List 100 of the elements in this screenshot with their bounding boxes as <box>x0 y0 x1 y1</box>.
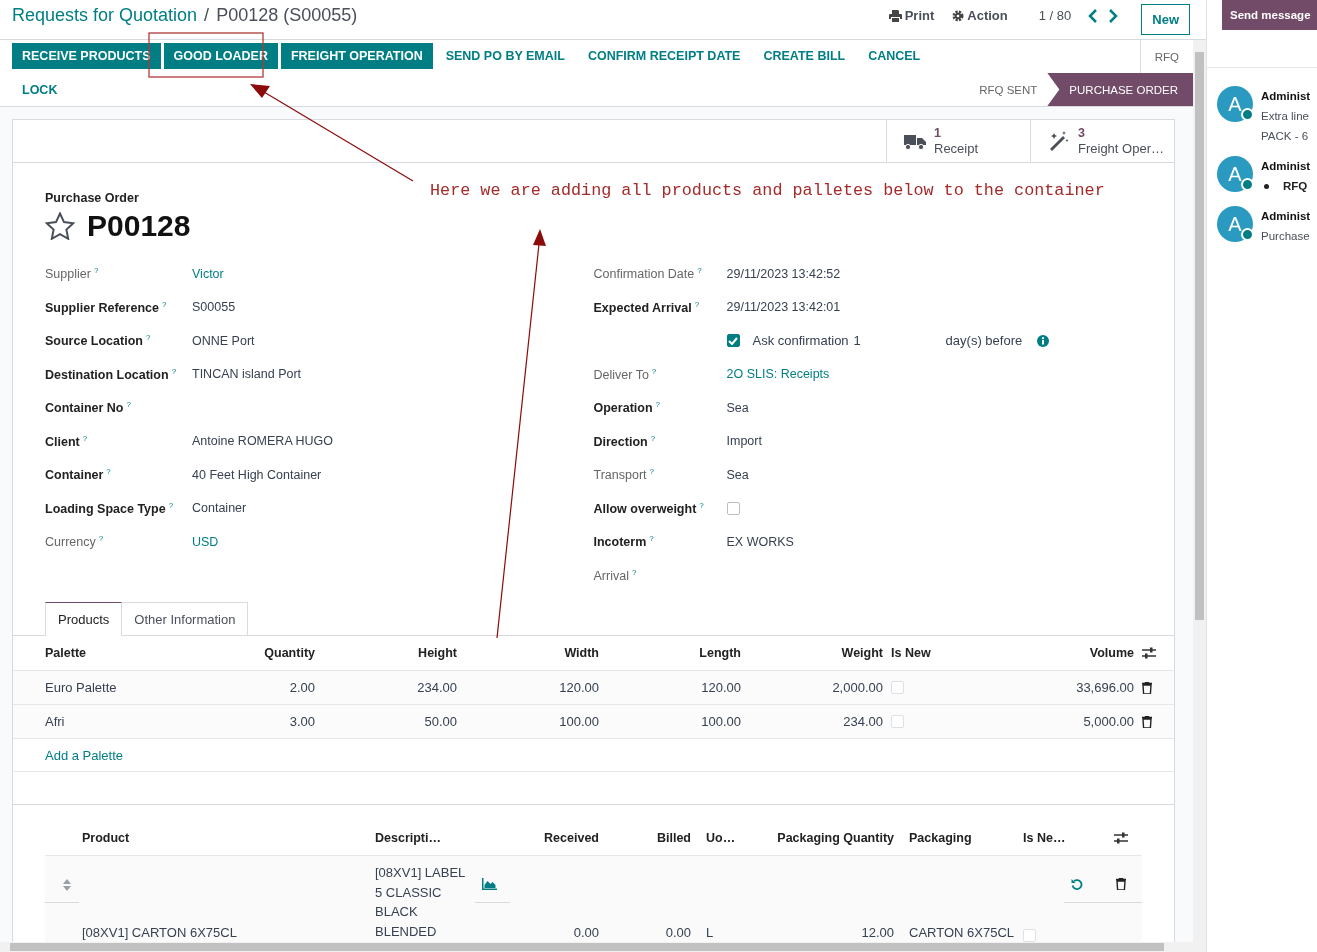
column-header[interactable]: Weight <box>749 646 891 660</box>
column-header[interactable]: Is Ne… <box>1016 831 1080 845</box>
tab[interactable]: Other Information <box>122 602 249 636</box>
column-header[interactable]: Billed <box>607 831 699 845</box>
pager-value: 1 / 80 <box>1038 8 1072 23</box>
avatar: A <box>1217 206 1253 242</box>
field-label: Confirmation Date $^{?}$ <box>593 266 703 282</box>
field-value: EX WORKS <box>726 534 794 549</box>
table-cell-text: Afri <box>44 714 66 729</box>
field-value: Container <box>192 501 247 516</box>
star-icon[interactable] <box>45 212 75 240</box>
action-button[interactable]: GOOD LOADER <box>163 43 278 69</box>
field-value: Antoine ROMERA HUGO <box>192 434 333 449</box>
table-cell-text: Euro Palette <box>44 680 118 695</box>
field-value: ONNE Port <box>192 333 255 348</box>
table-cell-text: L <box>705 923 715 942</box>
table-cell-text: 12.00 <box>860 923 895 942</box>
message-author: Administ <box>1261 89 1311 104</box>
field-value[interactable]: USD <box>192 534 219 549</box>
magic-wand-icon <box>1048 131 1070 151</box>
send-message-button[interactable]: Send message <box>1222 0 1317 30</box>
scrollbar-thumb[interactable] <box>10 943 1164 951</box>
trash-icon[interactable] <box>1116 878 1126 890</box>
field-label: Client $^{?}$ <box>45 433 89 449</box>
record-caption: Purchase Order <box>45 191 139 205</box>
add-palette-link[interactable]: Add a Palette <box>45 747 124 763</box>
field-value[interactable]: Victor <box>192 266 224 281</box>
status-step[interactable]: RFQ SENT <box>969 73 1048 106</box>
annotation-text: Here we are adding all products and palletes below to the container <box>430 181 1105 200</box>
action-button[interactable]: Action <box>943 8 1017 23</box>
column-header[interactable]: Is New <box>891 646 975 660</box>
field-label: Transport $^{?}$ <box>593 467 655 483</box>
column-header[interactable]: Palette <box>13 646 185 660</box>
column-header[interactable]: Descripti… <box>375 831 475 845</box>
breadcrumb-link[interactable]: Requests for Quotation <box>12 5 198 26</box>
action-button[interactable]: CANCEL <box>858 43 931 69</box>
column-header[interactable]: Height <box>323 646 465 660</box>
next-icon[interactable] <box>1108 8 1119 23</box>
trash-icon[interactable] <box>1142 681 1152 694</box>
trash-icon[interactable] <box>1142 715 1152 728</box>
field-label: Currency $^{?}$ <box>45 534 105 550</box>
column-header[interactable]: Volume <box>975 646 1142 660</box>
undo-icon[interactable] <box>1071 878 1083 890</box>
table-cell-text: 2.00 <box>288 680 316 695</box>
field-value[interactable]: 2O SLIS: Receipts <box>726 367 830 382</box>
column-header[interactable]: Length <box>607 646 749 660</box>
field-value: Sea <box>726 400 749 415</box>
field-label: Incoterm $^{?}$ <box>593 534 655 550</box>
field-label: Container $^{?}$ <box>45 467 112 483</box>
column-header[interactable]: Product <box>75 831 375 845</box>
tab[interactable]: Products <box>45 602 123 636</box>
field-value: 29/11/2023 13:42:01 <box>726 300 841 315</box>
field-label: Direction $^{?}$ <box>593 433 657 449</box>
column-header[interactable]: Width <box>465 646 607 660</box>
status-step[interactable]: PURCHASE ORDER <box>1047 73 1193 106</box>
record-name: P00128 <box>87 209 191 243</box>
field-label: Container No $^{?}$ <box>45 400 132 416</box>
days-value: 1 <box>853 333 862 349</box>
previous-icon[interactable] <box>1088 8 1099 23</box>
column-settings-icon[interactable] <box>1114 832 1128 844</box>
table-cell-text: 2,000.00 <box>831 680 884 695</box>
message-bullet: RFQ <box>1261 176 1311 196</box>
column-header[interactable]: Packaging <box>902 831 1016 845</box>
table-cell-text: 0.00 <box>572 923 600 942</box>
column-header[interactable]: Uo… <box>699 831 773 845</box>
table-cell-text: 100.00 <box>558 714 600 729</box>
smart-button[interactable]: 3 Freight Oper… <box>1030 120 1174 162</box>
table-cell-text: 33,696.00 <box>1075 680 1135 695</box>
print-button[interactable]: Print <box>879 8 944 23</box>
column-settings-icon[interactable] <box>1142 647 1156 659</box>
smart-button[interactable]: 1 Receipt <box>886 120 1030 162</box>
column-header[interactable]: Received <box>510 831 607 845</box>
field-label: Supplier Reference $^{?}$ <box>45 299 168 315</box>
action-button[interactable]: CREATE BILL <box>753 43 856 69</box>
action-button[interactable]: SEND PO BY EMAIL <box>435 43 575 69</box>
printer-icon <box>888 9 902 22</box>
action-button[interactable]: RECEIVE PRODUCTS <box>12 43 161 69</box>
column-header[interactable]: Packaging Quantity <box>773 831 902 845</box>
checkbox[interactable] <box>726 501 740 515</box>
drag-handle-icon[interactable] <box>63 879 71 891</box>
table-cell-text: 120.00 <box>700 680 742 695</box>
info-icon[interactable] <box>1037 334 1050 347</box>
action-button[interactable]: CONFIRM RECEIPT DATE <box>577 43 751 69</box>
lock-button[interactable]: LOCK <box>12 76 68 103</box>
checkbox[interactable] <box>726 334 740 348</box>
area-chart-icon[interactable] <box>482 878 497 890</box>
field-label: Destination Location $^{?}$ <box>45 366 178 382</box>
field-label: Operation $^{?}$ <box>593 400 661 416</box>
days-suffix: day(s) before <box>945 333 1023 349</box>
new-button[interactable]: New <box>1141 4 1190 35</box>
field-label: Expected Arrival $^{?}$ <box>593 299 701 315</box>
column-header[interactable]: Quantity <box>185 646 323 660</box>
table-cell-text: 3.00 <box>288 714 316 729</box>
table-cell-text: [08XV1] CARTON 6X75CL <box>81 923 238 942</box>
action-button[interactable]: FREIGHT OPERATION <box>280 43 433 69</box>
field-value: S00055 <box>192 300 236 315</box>
table-cell-text: 120.00 <box>558 680 600 695</box>
scrollbar-thumb[interactable] <box>1195 52 1204 620</box>
table-cell-text: [08XV1] LABEL 5 CLASSIC BLACK BLENDED <box>375 864 466 941</box>
field-label: Arrival $^{?}$ <box>593 567 638 583</box>
